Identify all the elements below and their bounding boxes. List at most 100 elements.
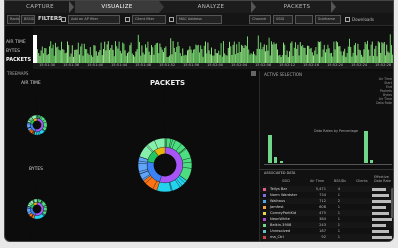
timeline[interactable]: AIR TIME BYTES PACKETS 15:51:30 15:51:36 1… <box>5 27 393 69</box>
timeline-bar <box>83 43 85 63</box>
timeline-tick-label: 15:52:12 <box>279 63 296 67</box>
active-selection-panel: ACTIVE SELECTION Air Time Start End Packets… <box>259 71 393 169</box>
tab-packets[interactable]: PACKETS <box>257 1 337 13</box>
timeline-bar <box>359 50 361 63</box>
airtime-row-label[interactable]: AIR TIME <box>6 40 26 45</box>
rate-bar[interactable] <box>274 157 277 163</box>
col-airtime[interactable]: Air Time <box>310 179 324 183</box>
timeline-bar <box>347 46 349 63</box>
filter-checkbox[interactable] <box>125 17 130 22</box>
sunburst-divider <box>134 182 146 193</box>
timeline-bar <box>232 44 234 63</box>
timeline-bar <box>243 48 245 63</box>
tab-visualize[interactable]: VISUALIZE <box>75 1 159 13</box>
timeline-bar <box>319 42 320 63</box>
sunburst-divider <box>222 156 241 160</box>
timeline-bar <box>229 41 230 63</box>
mac-address-input[interactable]: MAC Address <box>176 15 222 24</box>
timeline-bar <box>316 54 318 63</box>
sunburst-divider <box>55 220 62 225</box>
col-bssids[interactable]: BSSIDs <box>334 179 346 183</box>
sunburst-divider <box>41 133 44 139</box>
sunburst-divider <box>26 132 31 136</box>
sunburst-divider <box>223 166 242 168</box>
sunburst-divider <box>54 107 61 113</box>
mode-select[interactable]: Radio <box>7 15 20 24</box>
sunburst-divider <box>8 212 16 215</box>
timeline-bar <box>170 38 172 63</box>
timeline-bar <box>311 52 313 63</box>
table-row[interactable]: ma_Ctrl 92 1 <box>260 234 393 240</box>
sunburst-divider <box>208 114 223 128</box>
timeline-bar <box>328 48 330 63</box>
sunburst-divider <box>42 181 45 188</box>
timeline-handle-left[interactable] <box>33 35 37 63</box>
sunburst-divider <box>182 134 192 146</box>
timeline-bar <box>265 51 266 63</box>
sunburst-divider <box>32 103 35 111</box>
rate-bar[interactable] <box>364 131 368 163</box>
sunburst-area[interactable] <box>5 85 257 242</box>
packets-row-label[interactable]: PACKETS <box>6 57 31 63</box>
sunburst-divider <box>125 169 139 173</box>
sunburst-divider <box>185 199 196 215</box>
timeline-bar <box>212 55 214 63</box>
expand-icon[interactable] <box>251 71 256 76</box>
timeline-bar <box>214 48 216 63</box>
subframe-select[interactable]: Subframe <box>315 15 341 24</box>
filter-checkbox[interactable] <box>169 17 174 22</box>
col-data-rate[interactable]: Effective Data Rate <box>374 175 392 183</box>
timeline-bar <box>125 55 127 63</box>
timeline-bar <box>292 55 294 63</box>
timeline-bar <box>213 55 215 63</box>
timeline-bar <box>157 42 158 63</box>
rate-bar[interactable] <box>268 135 272 163</box>
sunburst-divider <box>192 194 205 209</box>
timeline-bar <box>161 49 163 63</box>
sunburst-divider <box>179 110 186 128</box>
rate-bar[interactable] <box>280 161 283 163</box>
color-swatch <box>263 205 266 209</box>
sunburst-divider <box>58 130 65 133</box>
timeline-bar <box>388 52 390 63</box>
sunburst-divider <box>56 135 63 139</box>
bssid-select[interactable]: BSSID <box>21 15 35 24</box>
timeline-bar <box>256 48 258 63</box>
timeline-bar <box>291 41 293 63</box>
timeline-bar <box>290 43 292 63</box>
timeline-bar <box>389 34 391 63</box>
sunburst-divider <box>90 149 109 154</box>
rate-bar[interactable] <box>370 160 373 163</box>
sunburst-divider <box>153 204 158 223</box>
scrollbar[interactable] <box>391 188 393 218</box>
channel-select[interactable]: Channel <box>249 15 271 24</box>
sunburst-divider <box>147 189 154 202</box>
timeline-bar <box>236 44 238 63</box>
ap-filter-input[interactable]: Add an AP filter <box>68 15 120 24</box>
timeline-bar <box>160 47 162 63</box>
sunburst-divider <box>31 134 34 140</box>
timeline-bar <box>197 44 199 63</box>
col-clients[interactable]: Clients <box>356 179 368 183</box>
col-ssid[interactable]: SSID <box>282 179 290 183</box>
bytes-row-label[interactable]: BYTES <box>6 49 20 54</box>
ssid-select[interactable]: SSID <box>273 15 293 24</box>
filter-checkbox[interactable] <box>61 17 66 22</box>
sunburst-divider <box>13 108 20 113</box>
timeline-bar <box>149 55 151 63</box>
timeline-bar <box>367 40 368 63</box>
cell-air: 92 <box>321 235 326 239</box>
sunburst-divider <box>157 89 160 108</box>
sunburst-divider <box>183 184 193 195</box>
timeline-bar <box>57 46 59 63</box>
client-filter-input[interactable]: Client filter <box>132 15 166 24</box>
downloads-checkbox[interactable] <box>345 17 350 22</box>
timeline-bar <box>239 51 241 63</box>
rate-select[interactable] <box>295 15 313 24</box>
timeline-bar <box>151 45 152 63</box>
timeline-bar <box>79 54 80 63</box>
packets-timeline-chart[interactable] <box>33 27 393 63</box>
sunburst-divider <box>187 179 199 188</box>
tab-capture[interactable]: CAPTURE <box>5 1 75 13</box>
tab-analyze[interactable]: ANALYZE <box>165 1 257 13</box>
